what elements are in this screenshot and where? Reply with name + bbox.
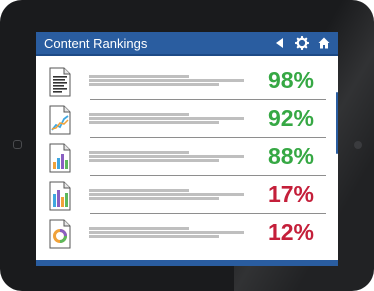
text-placeholder-lines <box>89 188 249 208</box>
ranking-percentage: 92% <box>267 105 314 131</box>
text-placeholder-lines <box>89 112 249 132</box>
placeholder-line <box>89 75 189 78</box>
camera-icon <box>13 140 22 149</box>
ranking-percentage: 17% <box>267 181 314 207</box>
page-title: Content Rankings <box>44 36 148 51</box>
text-placeholder-lines <box>89 150 249 170</box>
rankings-list: 98% 92% 88% 17% 12% <box>36 56 338 260</box>
list-item[interactable]: 92% <box>36 100 338 138</box>
placeholder-line <box>89 117 244 120</box>
placeholder-line <box>89 113 189 116</box>
list-item[interactable]: 12% <box>36 214 338 252</box>
list-item[interactable]: 98% <box>36 62 338 100</box>
ranking-percentage: 12% <box>267 219 314 245</box>
placeholder-line <box>89 189 189 192</box>
placeholder-line <box>89 83 219 86</box>
list-item[interactable]: 17% <box>36 176 338 214</box>
ranking-percentage: 88% <box>267 143 314 169</box>
line-chart-document-icon <box>48 105 72 135</box>
app-screen: Content Rankings 98% 92% 88% 17% 12% <box>36 32 338 266</box>
back-triangle-icon[interactable] <box>273 36 287 50</box>
placeholder-line <box>89 235 219 238</box>
list-item[interactable]: 88% <box>36 138 338 176</box>
ranking-percentage: 98% <box>267 67 314 93</box>
placeholder-line <box>89 151 189 154</box>
pie-chart-document-icon <box>48 219 72 249</box>
sensor-dot <box>354 141 362 149</box>
placeholder-line <box>89 121 219 124</box>
placeholder-line <box>89 227 189 230</box>
placeholder-line <box>89 231 244 234</box>
home-icon[interactable] <box>317 36 331 50</box>
bar-chart-document-icon <box>48 181 72 211</box>
bar-chart-document-icon <box>48 143 72 173</box>
placeholder-line <box>89 159 219 162</box>
text-document-icon <box>48 67 72 97</box>
text-placeholder-lines <box>89 226 249 246</box>
gear-icon[interactable] <box>294 35 310 51</box>
footer-bar <box>36 260 338 266</box>
header-bar: Content Rankings <box>36 32 338 56</box>
text-placeholder-lines <box>89 74 249 94</box>
placeholder-line <box>89 197 219 200</box>
placeholder-line <box>89 193 244 196</box>
scrollbar[interactable] <box>336 92 338 154</box>
tablet-frame: Content Rankings 98% 92% 88% 17% 12% <box>0 0 374 291</box>
placeholder-line <box>89 79 244 82</box>
placeholder-line <box>89 155 244 158</box>
